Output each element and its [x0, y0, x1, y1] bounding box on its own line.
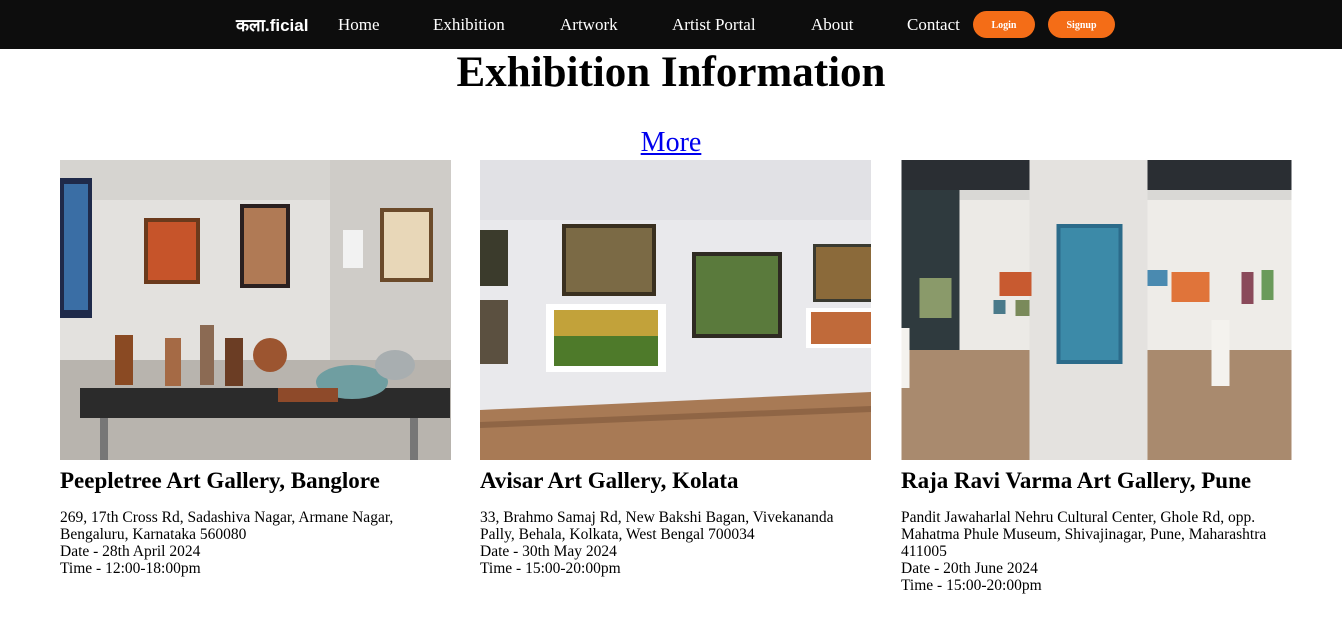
exhibition-card: Raja Ravi Varma Art Gallery, Pune Pandit…	[901, 160, 1292, 594]
nav-link-home[interactable]: Home	[338, 15, 380, 35]
exhibition-time: Time - 12:00-18:00pm	[60, 560, 201, 577]
gallery-photo	[60, 160, 451, 460]
top-navbar: कला.ficial Home Exhibition Artwork Artis…	[0, 0, 1342, 49]
exhibition-address: Pandit Jawaharlal Nehru Cultural Center,…	[901, 509, 1267, 560]
nav-link-about[interactable]: About	[811, 15, 854, 35]
exhibition-name: Avisar Art Gallery, Kolata	[480, 468, 739, 493]
exhibition-date: Date - 28th April 2024	[60, 543, 201, 560]
site-logo[interactable]: कला.ficial	[236, 13, 308, 36]
exhibition-name: Peepletree Art Gallery, Banglore	[60, 468, 380, 493]
login-button[interactable]: Login	[973, 11, 1035, 38]
exhibition-address: 269, 17th Cross Rd, Sadashiva Nagar, Arm…	[60, 509, 394, 543]
nav-link-artwork[interactable]: Artwork	[560, 15, 618, 35]
exhibition-time: Time - 15:00-20:00pm	[480, 560, 621, 577]
exhibition-time: Time - 15:00-20:00pm	[901, 577, 1042, 594]
more-link-container: More	[0, 127, 1342, 159]
exhibition-date: Date - 30th May 2024	[480, 543, 617, 560]
exhibition-address: 33, Brahmo Samaj Rd, New Bakshi Bagan, V…	[480, 509, 834, 543]
gallery-photo	[901, 160, 1292, 460]
nav-link-contact[interactable]: Contact	[907, 15, 960, 35]
page-title: Exhibition Information	[456, 49, 886, 96]
exhibition-card: Avisar Art Gallery, Kolata 33, Brahmo Sa…	[480, 160, 871, 577]
nav-link-exhibition[interactable]: Exhibition	[433, 15, 505, 35]
gallery-photo	[480, 160, 871, 460]
more-link[interactable]: More	[641, 127, 702, 158]
exhibition-name: Raja Ravi Varma Art Gallery, Pune	[901, 468, 1252, 493]
nav-link-artist-portal[interactable]: Artist Portal	[672, 15, 756, 35]
signup-button[interactable]: Signup	[1048, 11, 1115, 38]
exhibition-card: Peepletree Art Gallery, Banglore 269, 17…	[60, 160, 451, 577]
exhibition-date: Date - 20th June 2024	[901, 560, 1038, 577]
